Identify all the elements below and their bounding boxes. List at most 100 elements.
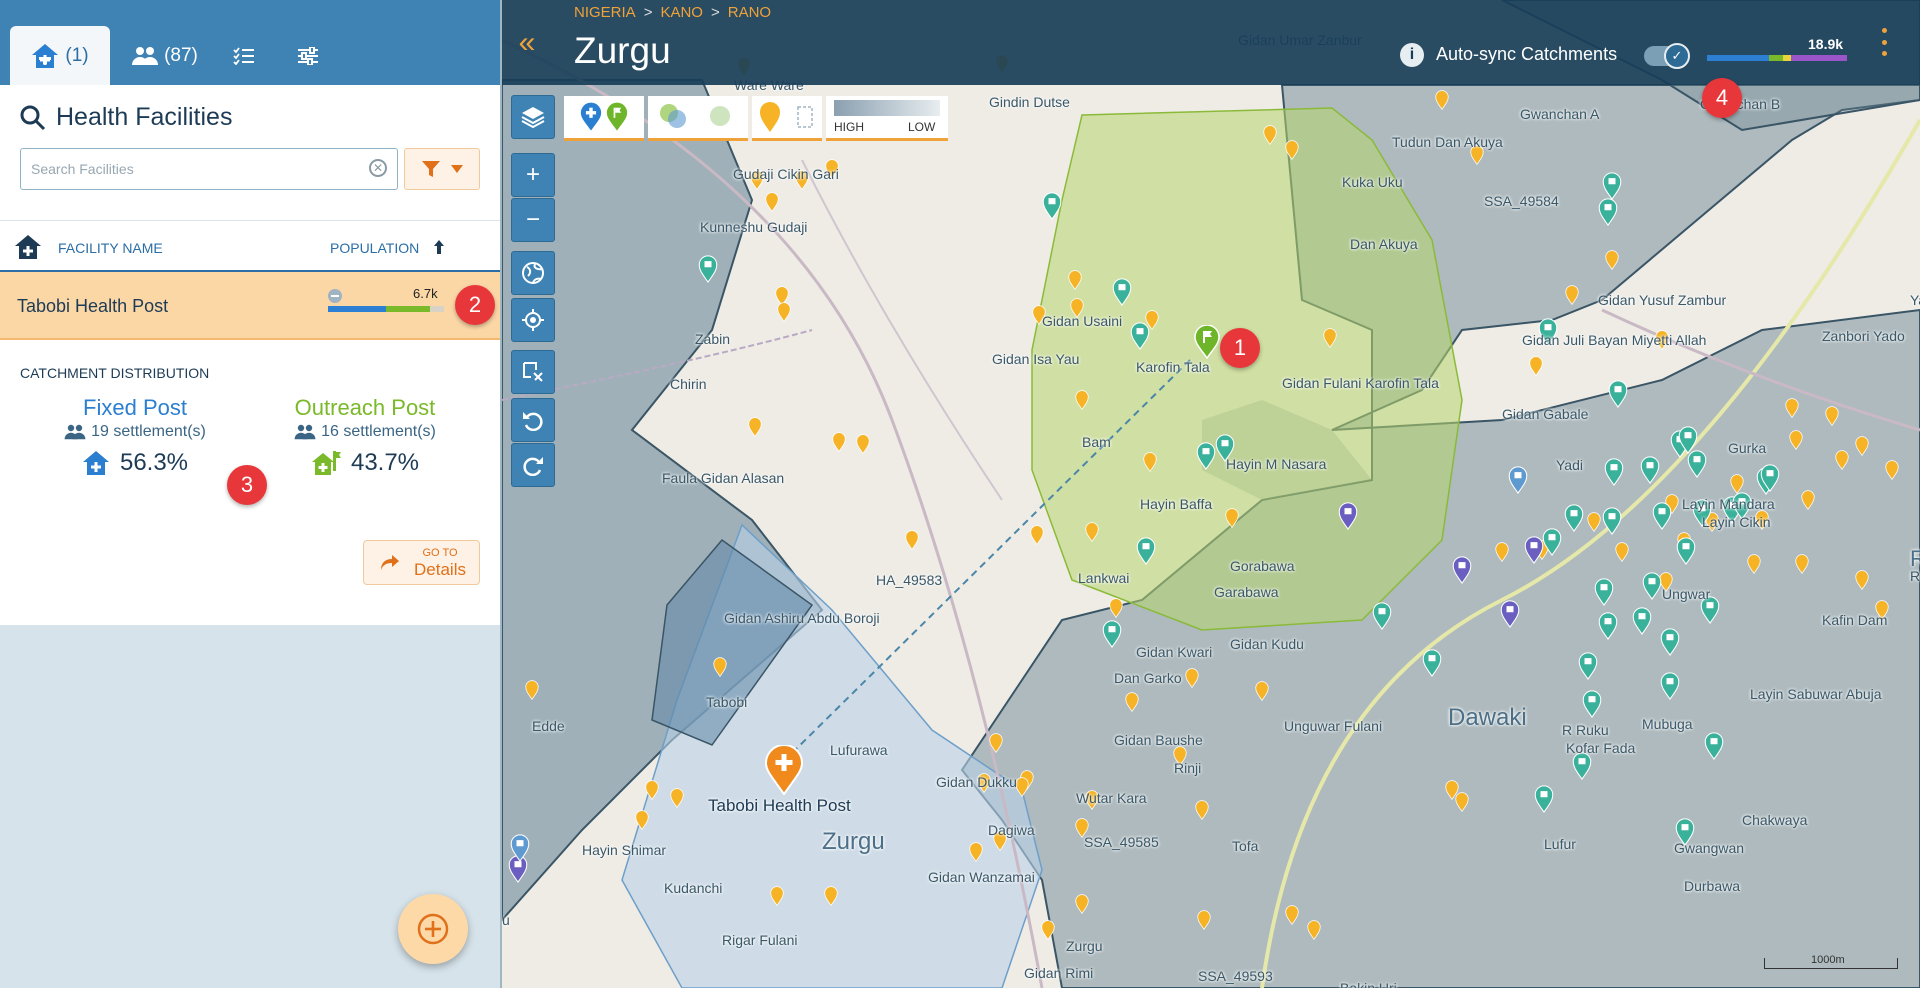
column-population[interactable]: POPULATION xyxy=(330,240,419,256)
health-post-pin[interactable] xyxy=(1102,620,1122,648)
settlement-pin[interactable] xyxy=(832,432,846,452)
settlement-pin[interactable] xyxy=(1529,356,1543,376)
sort-arrow-up-icon[interactable] xyxy=(433,239,445,255)
settlement-pin[interactable] xyxy=(1285,140,1299,160)
outreach-pin[interactable] xyxy=(1194,325,1220,359)
health-post-pin[interactable] xyxy=(1704,732,1724,760)
health-post-pin[interactable] xyxy=(1660,628,1680,656)
settlement-pin[interactable] xyxy=(1565,285,1579,305)
settlement-pin[interactable] xyxy=(1085,522,1099,542)
settlement-pin[interactable] xyxy=(989,733,1003,753)
settlement-pin[interactable] xyxy=(1835,450,1849,470)
breadcrumb-lga[interactable]: RANO xyxy=(728,4,771,21)
undo-button[interactable] xyxy=(511,398,555,442)
settlement-pin[interactable] xyxy=(1195,800,1209,820)
settlement-pin[interactable] xyxy=(1495,542,1509,562)
settlement-pin[interactable] xyxy=(713,657,727,677)
clear-search-icon[interactable]: ✕ xyxy=(369,159,387,177)
settlement-pin[interactable] xyxy=(770,886,784,906)
settlement-pin[interactable] xyxy=(748,417,762,437)
settlement-pin[interactable] xyxy=(1801,490,1815,510)
health-post-pin[interactable] xyxy=(1652,502,1672,530)
legend-facility-types[interactable] xyxy=(564,96,644,141)
settlement-pin[interactable] xyxy=(905,530,919,550)
health-post-pin[interactable] xyxy=(1604,458,1624,486)
layers-button[interactable] xyxy=(511,95,555,139)
tab-settings[interactable] xyxy=(286,26,330,85)
health-post-pin[interactable] xyxy=(1578,652,1598,680)
hospital-pin[interactable] xyxy=(1338,502,1358,530)
more-menu-icon[interactable] xyxy=(1880,28,1888,56)
settlement-pin[interactable] xyxy=(1068,270,1082,290)
zoom-in-button[interactable]: + xyxy=(511,153,555,197)
hospital-pin[interactable] xyxy=(1452,556,1472,584)
settlement-pin[interactable] xyxy=(1143,452,1157,472)
breadcrumb-state[interactable]: KANO xyxy=(660,4,703,21)
locate-button[interactable] xyxy=(511,298,555,342)
settlement-pin[interactable] xyxy=(1041,920,1055,940)
table-row[interactable]: Tabobi Health Post 6.7k xyxy=(0,272,500,340)
info-icon[interactable]: i xyxy=(1400,43,1424,67)
settlement-pin[interactable] xyxy=(765,192,779,212)
autosync-toggle[interactable]: ✓ xyxy=(1644,43,1690,69)
health-post-pin[interactable] xyxy=(1676,537,1696,565)
health-post-pin[interactable] xyxy=(1534,785,1554,813)
settlement-pin[interactable] xyxy=(1015,777,1029,797)
settlement-pin[interactable] xyxy=(1605,250,1619,270)
tab-settlements[interactable]: (87) xyxy=(120,26,210,85)
health-post-pin[interactable] xyxy=(1642,572,1662,600)
settlement-pin[interactable] xyxy=(645,780,659,800)
settlement-pin[interactable] xyxy=(1455,792,1469,812)
settlement-pin[interactable] xyxy=(1323,328,1337,348)
settlement-pin[interactable] xyxy=(1125,692,1139,712)
add-facility-button[interactable] xyxy=(398,894,468,964)
facility-pin[interactable] xyxy=(510,834,530,862)
facility-pin-tabobi[interactable] xyxy=(764,745,804,795)
settlement-pin[interactable] xyxy=(1307,920,1321,940)
health-post-pin[interactable] xyxy=(1760,464,1780,492)
health-post-pin[interactable] xyxy=(1542,528,1562,556)
settlement-pin[interactable] xyxy=(1075,894,1089,914)
tab-facilities[interactable]: (1) xyxy=(10,26,110,85)
settlement-pin[interactable] xyxy=(670,788,684,808)
settlement-pin[interactable] xyxy=(1885,460,1899,480)
settlement-pin[interactable] xyxy=(856,434,870,454)
health-post-pin[interactable] xyxy=(1042,192,1062,220)
health-post-pin[interactable] xyxy=(1564,504,1584,532)
settlement-pin[interactable] xyxy=(1785,398,1799,418)
health-post-pin[interactable] xyxy=(1602,172,1622,200)
settlement-pin[interactable] xyxy=(1795,554,1809,574)
globe-button[interactable] xyxy=(511,251,555,295)
legend-coverage[interactable] xyxy=(648,96,748,141)
health-post-pin[interactable] xyxy=(1660,672,1680,700)
settlement-pin[interactable] xyxy=(1730,474,1744,494)
draw-polygon-button[interactable] xyxy=(511,350,555,394)
collapse-sidebar-button[interactable]: « xyxy=(502,0,552,85)
health-post-pin[interactable] xyxy=(1608,380,1628,408)
settlement-pin[interactable] xyxy=(525,680,539,700)
settlement-pin[interactable] xyxy=(1109,598,1123,618)
settlement-pin[interactable] xyxy=(1030,525,1044,545)
settlement-pin[interactable] xyxy=(969,842,983,862)
settlement-pin[interactable] xyxy=(1615,542,1629,562)
settlement-pin[interactable] xyxy=(1185,668,1199,688)
map-view[interactable]: Ware WareGindin DutseGidan Umar ZanburGw… xyxy=(502,0,1920,988)
facility-pin[interactable] xyxy=(1508,466,1528,494)
settlement-pin[interactable] xyxy=(1587,512,1601,532)
go-to-details-button[interactable]: GO TO Details xyxy=(363,540,480,585)
settlement-pin[interactable] xyxy=(1075,390,1089,410)
settlement-pin[interactable] xyxy=(635,810,649,830)
settlement-pin[interactable] xyxy=(1263,125,1277,145)
settlement-pin[interactable] xyxy=(1225,508,1239,528)
legend-density[interactable]: HIGH LOW xyxy=(826,96,948,141)
settlement-pin[interactable] xyxy=(824,886,838,906)
settlement-pin[interactable] xyxy=(1285,905,1299,925)
settlement-pin[interactable] xyxy=(1255,681,1269,701)
settlement-pin[interactable] xyxy=(1825,406,1839,426)
settlement-pin[interactable] xyxy=(1855,436,1869,456)
redo-button[interactable] xyxy=(511,443,555,487)
health-post-pin[interactable] xyxy=(1422,649,1442,677)
health-post-pin[interactable] xyxy=(1130,322,1150,350)
settlement-pin[interactable] xyxy=(1855,570,1869,590)
health-post-pin[interactable] xyxy=(1632,607,1652,635)
